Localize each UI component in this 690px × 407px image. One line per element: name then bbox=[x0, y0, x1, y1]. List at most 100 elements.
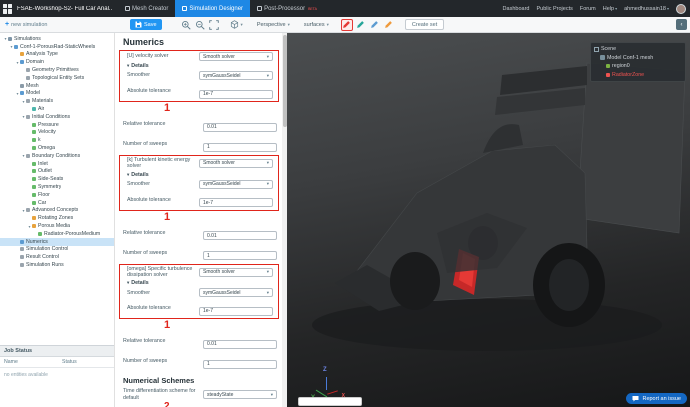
tree-item-mesh[interactable]: Mesh bbox=[0, 82, 114, 90]
tree-item-boundary-conditions[interactable]: ▾ Boundary Conditions bbox=[0, 152, 114, 160]
tree-item-label: Velocity bbox=[38, 129, 56, 136]
report-issue-button[interactable]: Report an issue bbox=[626, 393, 687, 404]
smoother-select[interactable]: symGaussSeidel ▾ bbox=[199, 288, 273, 298]
details-toggle[interactable]: ▾ Details bbox=[120, 279, 278, 287]
solver-type-select[interactable]: Smooth solver ▾ bbox=[199, 158, 273, 168]
tab-mesh-creator[interactable]: Mesh Creator bbox=[118, 0, 175, 17]
toplink-dashboard[interactable]: Dashboard bbox=[503, 6, 530, 12]
tab-post-processor[interactable]: Post-Processor BETA bbox=[250, 0, 324, 17]
absolute-tolerance-input[interactable] bbox=[199, 89, 273, 99]
absolute-tolerance-input[interactable] bbox=[199, 198, 273, 208]
render-mode-dropdown[interactable]: surfaces ▾ bbox=[300, 22, 333, 28]
tree-item-result-control[interactable]: Result Control bbox=[0, 253, 114, 261]
toplink-forum[interactable]: Forum bbox=[580, 6, 596, 12]
tree-item-outlet[interactable]: Outlet bbox=[0, 168, 114, 176]
zoom-out-icon[interactable] bbox=[194, 19, 206, 31]
tree-item-advanced-concepts[interactable]: ▾ Advanced Concepts bbox=[0, 207, 114, 215]
tree-item-simulation-runs[interactable]: Simulation Runs bbox=[0, 261, 114, 269]
form-row: Relative tolerance bbox=[116, 114, 282, 134]
scene-root[interactable]: Scene bbox=[594, 45, 682, 54]
number-of-sweeps-input[interactable] bbox=[203, 251, 277, 261]
scene-mesh-item[interactable]: Model Conf-1 mesh bbox=[594, 54, 682, 63]
relative-tolerance-input[interactable] bbox=[203, 339, 277, 349]
tree-item-omega[interactable]: Omega bbox=[0, 144, 114, 152]
tree-item-k[interactable]: k bbox=[0, 136, 114, 144]
tree-item-pressure[interactable]: Pressure bbox=[0, 121, 114, 129]
deselect-tool-icon[interactable] bbox=[383, 19, 395, 31]
tree-item-model[interactable]: ▾ Model bbox=[0, 90, 114, 98]
relative-tolerance-input[interactable] bbox=[203, 231, 277, 241]
tree-item-simulations[interactable]: ▾ Simulations bbox=[0, 35, 114, 43]
tree-item-symmetry[interactable]: Symmetry bbox=[0, 183, 114, 191]
tree-item-conf-1-porousrad-staticwheels[interactable]: ▾ Conf-1-PorousRad-StaticWheels bbox=[0, 43, 114, 51]
selected-value: symGaussSeidel bbox=[203, 181, 241, 188]
scheme-rows: Time differentiation scheme for default s… bbox=[116, 387, 282, 407]
tree-item-floor[interactable]: Floor bbox=[0, 191, 114, 199]
scene-item-region0[interactable]: region0 bbox=[594, 62, 682, 71]
selected-value: symGaussSeidel bbox=[203, 289, 241, 296]
zoom-in-icon[interactable] bbox=[180, 19, 192, 31]
projection-dropdown[interactable]: Perspective ▾ bbox=[253, 22, 294, 28]
tree-item-materials[interactable]: ▾ Materials bbox=[0, 97, 114, 105]
tree-item-geometry-primitives[interactable]: Geometry Primitives bbox=[0, 66, 114, 74]
pick-face-tool-icon[interactable] bbox=[340, 18, 353, 31]
tree-item-rotating-zones[interactable]: Rotating Zones bbox=[0, 214, 114, 222]
porous-media-icon bbox=[32, 224, 36, 229]
tree-item-label: Numerics bbox=[26, 238, 48, 245]
save-button[interactable]: Save bbox=[130, 19, 162, 30]
user-menu[interactable]: ahmedhussain18▾ bbox=[624, 6, 669, 12]
tab-simulation-designer[interactable]: Simulation Designer bbox=[175, 0, 251, 17]
scene-mesh-label: Model Conf-1 mesh bbox=[607, 54, 654, 61]
mesh-icon bbox=[600, 55, 605, 61]
collapse-panel-icon[interactable]: ‹ bbox=[676, 19, 687, 30]
time-differentiation-scheme-for-default-select[interactable]: steadyState ▾ bbox=[203, 390, 277, 400]
porous-medium-icon bbox=[38, 231, 42, 236]
viewport-3d[interactable]: Scene Model Conf-1 mesh region0 RadiatorZ… bbox=[287, 33, 690, 407]
viewport-filter-input[interactable] bbox=[298, 397, 362, 406]
pick-volume-tool-icon[interactable] bbox=[355, 19, 367, 31]
z-axis-label: Z bbox=[323, 367, 327, 373]
avatar[interactable] bbox=[676, 3, 686, 14]
field-label: Smoother bbox=[127, 181, 150, 188]
solver-type-select[interactable]: Smooth solver ▾ bbox=[199, 52, 273, 61]
smoother-select[interactable]: symGaussSeidel ▾ bbox=[199, 71, 273, 80]
tree-item-initial-conditions[interactable]: ▾ Initial Conditions bbox=[0, 113, 114, 121]
form-row: Number of sweeps bbox=[116, 134, 282, 154]
tree-item-label: Outlet bbox=[38, 168, 52, 175]
tree-item-velocity[interactable]: Velocity bbox=[0, 129, 114, 137]
view-orientation-dropdown[interactable]: ▾ bbox=[226, 20, 247, 29]
tree-item-simulation-control[interactable]: Simulation Control bbox=[0, 246, 114, 254]
tree-item-inlet[interactable]: Inlet bbox=[0, 160, 114, 168]
tree-item-label: Domain bbox=[26, 59, 44, 66]
tree-item-numerics[interactable]: Numerics bbox=[0, 237, 114, 246]
box-select-tool-icon[interactable] bbox=[369, 19, 381, 31]
tree-item-side-seats[interactable]: Side-Seats bbox=[0, 175, 114, 183]
solver-type-select[interactable]: Smooth solver ▾ bbox=[199, 267, 273, 277]
smoother-select[interactable]: symGaussSeidel ▾ bbox=[199, 179, 273, 189]
fit-view-icon[interactable] bbox=[208, 19, 220, 31]
new-simulation-button[interactable]: + new simulation bbox=[0, 21, 114, 28]
simscale-logo-icon[interactable] bbox=[3, 3, 13, 14]
tree-item-analysis-type[interactable]: Analysis Type bbox=[0, 51, 114, 59]
scrollbar-thumb[interactable] bbox=[282, 35, 287, 127]
number-of-sweeps-input[interactable] bbox=[203, 142, 277, 152]
help-menu[interactable]: Help▾ bbox=[603, 6, 617, 12]
details-toggle[interactable]: ▾ Details bbox=[120, 171, 278, 179]
number-of-sweeps-input[interactable] bbox=[203, 359, 277, 369]
relative-tolerance-input[interactable] bbox=[203, 122, 277, 132]
tree-item-car[interactable]: Car bbox=[0, 199, 114, 207]
tree-item-topological-entity-sets[interactable]: Topological Entity Sets bbox=[0, 74, 114, 82]
tree-item-air[interactable]: Air bbox=[0, 105, 114, 113]
toplink-public-projects[interactable]: Public Projects bbox=[536, 6, 572, 12]
create-set-button[interactable]: Create set bbox=[404, 19, 445, 30]
tree-item-radiator-porousmedium[interactable]: Radiator-PorousMedium bbox=[0, 230, 114, 238]
scene-item-radiatorzone[interactable]: RadiatorZone bbox=[594, 71, 682, 80]
absolute-tolerance-input[interactable] bbox=[199, 306, 273, 316]
tree-item-porous-media[interactable]: ▾ Porous Media bbox=[0, 222, 114, 230]
main-tabs: Mesh Creator Simulation Designer Post-Proc… bbox=[118, 0, 324, 17]
tree-item-label: Simulations bbox=[14, 35, 41, 42]
tree-item-label: Pressure bbox=[38, 121, 59, 128]
tree-item-domain[interactable]: ▾ Domain bbox=[0, 58, 114, 66]
details-toggle[interactable]: ▾ Details bbox=[120, 62, 278, 70]
geometry-primitives-icon bbox=[26, 68, 30, 73]
